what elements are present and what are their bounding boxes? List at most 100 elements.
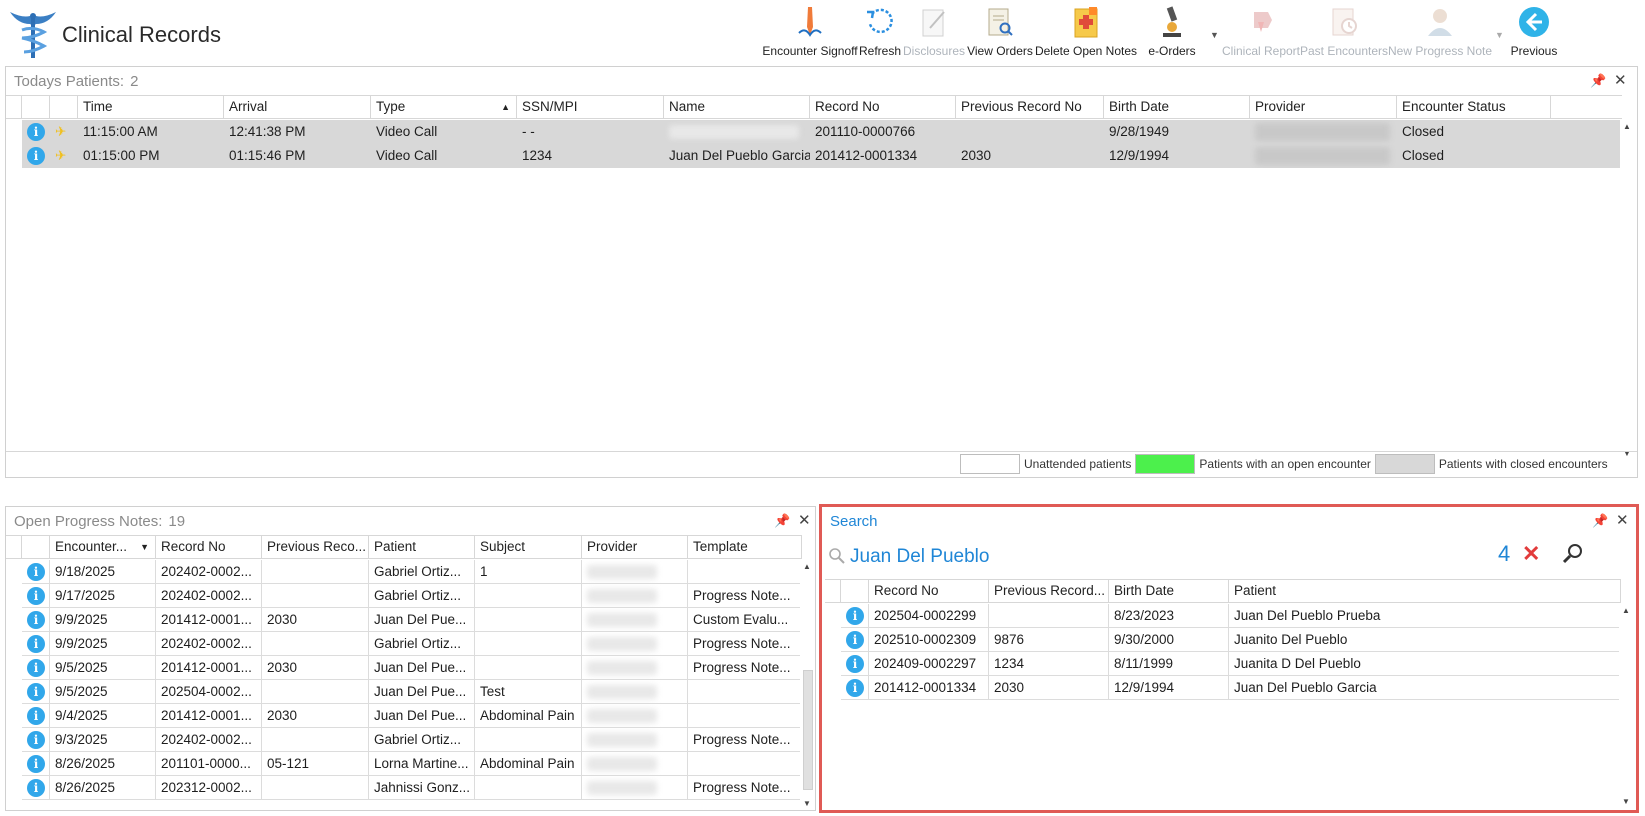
info-icon[interactable]: i — [27, 147, 45, 165]
col-provider[interactable]: Provider — [1250, 96, 1397, 118]
table-row[interactable]: i 8/26/2025 202312-0002... Jahnissi Gonz...… — [22, 776, 802, 800]
encounter-signoff-button[interactable]: Encounter Signoff — [762, 4, 858, 62]
table-row[interactable]: i 9/18/2025 202402-0002... Gabriel Ortiz...… — [22, 560, 802, 584]
info-cell[interactable]: i — [22, 680, 50, 704]
info-cell[interactable]: i — [22, 584, 50, 608]
info-cell[interactable]: i — [841, 604, 869, 628]
info-icon[interactable]: i — [27, 635, 45, 653]
info-icon[interactable]: i — [27, 587, 45, 605]
info-icon[interactable]: i — [27, 755, 45, 773]
view-orders-button[interactable]: View Orders — [967, 4, 1033, 62]
e-orders-button[interactable]: e-Orders — [1142, 4, 1202, 62]
info-icon[interactable]: i — [846, 631, 864, 649]
info-icon[interactable]: i — [27, 779, 45, 797]
col-birth-date[interactable]: Birth Date — [1104, 96, 1250, 118]
info-cell[interactable]: i — [841, 676, 869, 700]
scroll-up-icon[interactable]: ▲ — [1623, 122, 1631, 131]
table-row[interactable]: i 9/3/2025 202402-0002... Gabriel Ortiz... P… — [22, 728, 802, 752]
info-cell[interactable]: i — [22, 728, 50, 752]
search-scrollbar[interactable]: ▲ ▼ — [1619, 604, 1635, 808]
pin-icon[interactable]: 📌 — [1590, 73, 1606, 89]
col-name[interactable]: Name — [664, 96, 810, 118]
table-row[interactable]: i 9/9/2025 202402-0002... Gabriel Ortiz... P… — [22, 632, 802, 656]
close-icon[interactable]: ✕ — [1616, 511, 1629, 529]
search-input[interactable] — [850, 543, 1450, 571]
search-result-row[interactable]: i 202504-0002299 8/23/2023 Juan Del Pueblo … — [841, 604, 1621, 628]
info-icon[interactable]: i — [27, 659, 45, 677]
refresh-button[interactable]: Refresh — [859, 4, 901, 62]
new-progress-note-dropdown-arrow-icon[interactable]: ▼ — [1495, 30, 1504, 40]
col-arrival[interactable]: Arrival — [224, 96, 371, 118]
info-cell[interactable]: i — [22, 632, 50, 656]
pin-icon[interactable]: 📌 — [774, 513, 790, 529]
info-cell[interactable]: i — [22, 656, 50, 680]
info-cell[interactable]: i — [841, 628, 869, 652]
delete-open-notes-button[interactable]: Delete Open Notes — [1035, 4, 1137, 62]
close-icon[interactable]: ✕ — [798, 511, 811, 529]
info-cell[interactable]: i — [22, 120, 50, 144]
col-time[interactable]: Time — [78, 96, 224, 118]
table-row[interactable]: i 9/9/2025 201412-0001... 2030 Juan Del Pue.… — [22, 608, 802, 632]
scroll-up-icon[interactable]: ▲ — [803, 562, 811, 571]
col-record-no[interactable]: Record No — [869, 580, 989, 602]
info-icon[interactable]: i — [27, 683, 45, 701]
col-patient[interactable]: Patient — [1229, 580, 1621, 602]
info-icon[interactable]: i — [846, 655, 864, 673]
previous-button[interactable]: Previous — [1508, 4, 1560, 62]
col-patient[interactable]: Patient — [369, 536, 475, 558]
new-progress-note-button[interactable]: New Progress Note — [1388, 4, 1492, 62]
table-row[interactable]: i 9/17/2025 202402-0002... Gabriel Ortiz...… — [22, 584, 802, 608]
search-result-row[interactable]: i 202510-0002309 9876 9/30/2000 Juanito Del … — [841, 628, 1621, 652]
info-cell[interactable]: i — [22, 704, 50, 728]
table-row[interactable]: i 9/5/2025 202504-0002... Juan Del Pue... Te… — [22, 680, 802, 704]
info-cell[interactable]: i — [22, 752, 50, 776]
pin-icon[interactable]: 📌 — [1592, 513, 1608, 529]
clear-search-icon[interactable]: ✕ — [1522, 541, 1540, 567]
col-previous-record[interactable]: Previous Reco... — [262, 536, 369, 558]
past-encounters-button[interactable]: Past Encounters — [1300, 4, 1388, 62]
col-encounter-status[interactable]: Encounter Status — [1397, 96, 1551, 118]
close-icon[interactable]: ✕ — [1614, 71, 1627, 89]
info-icon[interactable]: i — [27, 123, 45, 141]
col-encounter[interactable]: Encounter... ▼ — [50, 536, 156, 558]
info-icon[interactable]: i — [27, 707, 45, 725]
info-cell[interactable]: i — [22, 560, 50, 584]
col-record-no[interactable]: Record No — [156, 536, 262, 558]
col-template[interactable]: Template — [688, 536, 802, 558]
info-icon[interactable]: i — [27, 611, 45, 629]
info-icon[interactable]: i — [27, 563, 45, 581]
e-orders-dropdown-arrow-icon[interactable]: ▼ — [1210, 30, 1219, 40]
search-result-row[interactable]: i 202409-0002297 1234 8/11/1999 Juanita D De… — [841, 652, 1621, 676]
table-row[interactable]: i 9/5/2025 201412-0001... 2030 Juan Del Pue.… — [22, 656, 802, 680]
col-record-no[interactable]: Record No — [810, 96, 956, 118]
info-icon[interactable]: i — [27, 731, 45, 749]
col-previous-record-no[interactable]: Previous Record No — [956, 96, 1104, 118]
col-provider[interactable]: Provider — [582, 536, 688, 558]
scroll-down-icon[interactable]: ▼ — [803, 799, 811, 808]
disclosures-button[interactable]: Disclosures — [903, 4, 965, 62]
todays-patients-scrollbar[interactable]: ▲ ▼ — [1620, 120, 1636, 460]
info-icon[interactable]: i — [846, 607, 864, 625]
col-previous-record[interactable]: Previous Record... — [989, 580, 1109, 602]
col-type[interactable]: Type ▲ — [371, 96, 517, 118]
table-row[interactable]: i 8/26/2025 201101-0000... 05-121 Lorna Mart… — [22, 752, 802, 776]
open-notes-scrollbar[interactable]: ▲ ▼ — [800, 560, 815, 810]
col-subject[interactable]: Subject — [475, 536, 582, 558]
search-go-icon[interactable] — [1562, 543, 1584, 568]
scroll-up-icon[interactable]: ▲ — [1622, 606, 1630, 615]
scroll-thumb[interactable] — [803, 670, 813, 790]
info-cell[interactable]: i — [22, 776, 50, 800]
info-cell[interactable]: i — [22, 608, 50, 632]
patient-cell: Juan Del Pue... — [369, 680, 475, 704]
info-cell[interactable]: i — [22, 144, 50, 168]
search-result-row[interactable]: i 201412-0001334 2030 12/9/1994 Juan Del Pue… — [841, 676, 1621, 700]
clinical-report-button[interactable]: Clinical Report — [1222, 4, 1300, 62]
scroll-down-icon[interactable]: ▼ — [1622, 797, 1630, 806]
table-row[interactable]: i 9/4/2025 201412-0001... 2030 Juan Del Pue.… — [22, 704, 802, 728]
table-row[interactable]: i ✈ 11:15:00 AM 12:41:38 PM Video Call -… — [22, 120, 1622, 144]
table-row[interactable]: i ✈ 01:15:00 PM 01:15:46 PM Video Call 1… — [22, 144, 1622, 168]
col-ssn[interactable]: SSN/MPI — [517, 96, 664, 118]
info-cell[interactable]: i — [841, 652, 869, 676]
col-birth-date[interactable]: Birth Date — [1109, 580, 1229, 602]
info-icon[interactable]: i — [846, 679, 864, 697]
